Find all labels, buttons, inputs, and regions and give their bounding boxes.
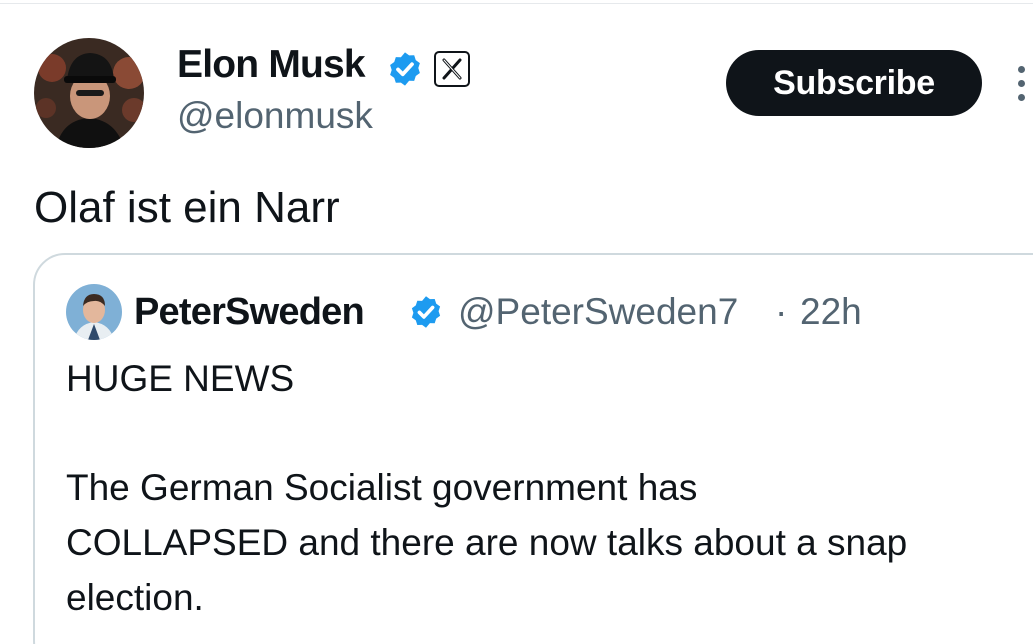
- verified-badge-icon: [386, 50, 424, 88]
- quoted-text-line: COLLAPSED and there are now talks about …: [66, 522, 908, 563]
- separator-dot: ·: [775, 291, 788, 332]
- top-divider: [0, 3, 1033, 4]
- quoted-author-name[interactable]: PeterSweden: [134, 289, 365, 335]
- quoted-verified-badge-icon: [408, 294, 444, 330]
- quoted-author-handle[interactable]: @PeterSweden7: [458, 289, 738, 335]
- subscribe-button[interactable]: Subscribe: [726, 50, 982, 116]
- author-name[interactable]: Elon Musk: [177, 42, 366, 88]
- author-handle[interactable]: @elonmusk: [177, 94, 373, 138]
- quoted-timestamp[interactable]: 22h: [800, 289, 862, 335]
- x-logo-icon[interactable]: [434, 51, 470, 87]
- quoted-text-line: election.: [66, 577, 204, 618]
- quoted-text-line: The German Socialist government has: [66, 467, 698, 508]
- vertical-ellipsis-icon[interactable]: [1012, 62, 1033, 106]
- quoted-author-avatar[interactable]: [66, 284, 122, 340]
- author-avatar[interactable]: [34, 38, 144, 148]
- tweet-text: Olaf ist ein Narr: [34, 183, 340, 232]
- quoted-text-line: HUGE NEWS: [66, 358, 295, 399]
